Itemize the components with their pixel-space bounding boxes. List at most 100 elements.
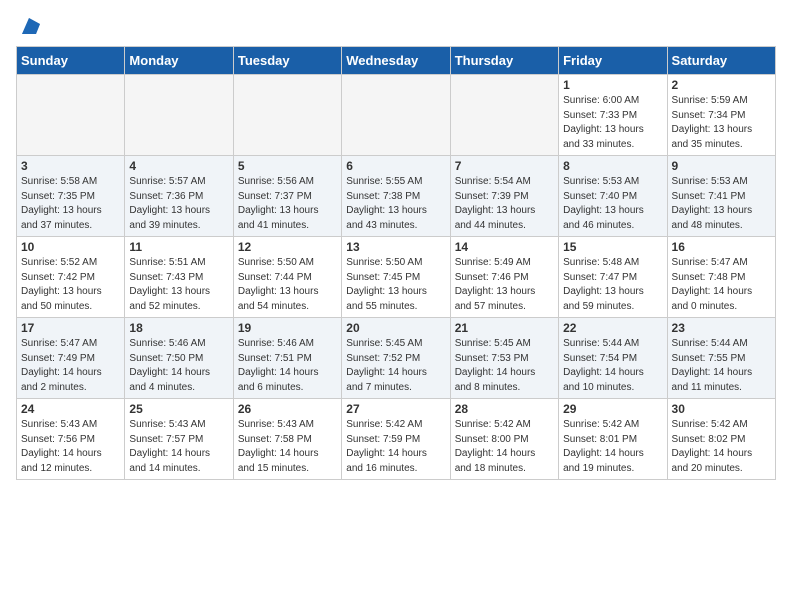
calendar-cell: 16 Sunrise: 5:47 AMSunset: 7:48 PMDayligh… — [667, 237, 775, 318]
day-number: 10 — [21, 240, 120, 254]
day-info: Sunrise: 5:51 AMSunset: 7:43 PMDaylight:… — [129, 256, 228, 314]
day-number: 7 — [455, 159, 554, 173]
day-number: 21 — [455, 321, 554, 335]
day-info: Sunrise: 5:44 AMSunset: 7:55 PMDaylight:… — [672, 337, 771, 395]
calendar-week-row: 10 Sunrise: 5:52 AMSunset: 7:42 PMDayligh… — [17, 237, 776, 318]
day-info: Sunrise: 5:47 AMSunset: 7:49 PMDaylight:… — [21, 337, 120, 395]
day-info: Sunrise: 5:56 AMSunset: 7:37 PMDaylight:… — [238, 175, 337, 233]
day-info: Sunrise: 5:48 AMSunset: 7:47 PMDaylight:… — [563, 256, 662, 314]
calendar-cell: 20 Sunrise: 5:45 AMSunset: 7:52 PMDayligh… — [342, 318, 450, 399]
day-number: 5 — [238, 159, 337, 173]
day-number: 20 — [346, 321, 445, 335]
calendar-cell — [342, 75, 450, 156]
day-number: 16 — [672, 240, 771, 254]
day-info: Sunrise: 5:47 AMSunset: 7:48 PMDaylight:… — [672, 256, 771, 314]
calendar-week-row: 24 Sunrise: 5:43 AMSunset: 7:56 PMDayligh… — [17, 399, 776, 480]
calendar-header-thursday: Thursday — [450, 47, 558, 75]
calendar-cell: 29Sunrise: 5:42 AMSunset: 8:01 PMDayligh… — [559, 399, 667, 480]
day-info: Sunrise: 5:43 AMSunset: 7:58 PMDaylight:… — [238, 418, 337, 476]
day-info: Sunrise: 5:42 AMSunset: 8:01 PMDaylight:… — [563, 418, 662, 476]
calendar-header-saturday: Saturday — [667, 47, 775, 75]
day-number: 11 — [129, 240, 228, 254]
day-info: Sunrise: 5:44 AMSunset: 7:54 PMDaylight:… — [563, 337, 662, 395]
day-number: 6 — [346, 159, 445, 173]
calendar-cell: 30 Sunrise: 5:42 AMSunset: 8:02 PMDayligh… — [667, 399, 775, 480]
calendar-cell: 6 Sunrise: 5:55 AMSunset: 7:38 PMDaylight… — [342, 156, 450, 237]
calendar-cell: 27 Sunrise: 5:42 AMSunset: 7:59 PMDayligh… — [342, 399, 450, 480]
calendar-cell: 17 Sunrise: 5:47 AMSunset: 7:49 PMDayligh… — [17, 318, 125, 399]
calendar-cell: 10 Sunrise: 5:52 AMSunset: 7:42 PMDayligh… — [17, 237, 125, 318]
day-info: Sunrise: 5:53 AMSunset: 7:40 PMDaylight:… — [563, 175, 662, 233]
day-info: Sunrise: 5:46 AMSunset: 7:51 PMDaylight:… — [238, 337, 337, 395]
day-number: 22 — [563, 321, 662, 335]
day-number: 9 — [672, 159, 771, 173]
day-number: 13 — [346, 240, 445, 254]
day-info: Sunrise: 5:58 AMSunset: 7:35 PMDaylight:… — [21, 175, 120, 233]
calendar-cell — [17, 75, 125, 156]
day-number: 25 — [129, 402, 228, 416]
logo-icon — [18, 16, 40, 38]
day-number: 4 — [129, 159, 228, 173]
day-info: Sunrise: 5:43 AMSunset: 7:57 PMDaylight:… — [129, 418, 228, 476]
calendar-cell — [450, 75, 558, 156]
calendar-cell: 26 Sunrise: 5:43 AMSunset: 7:58 PMDayligh… — [233, 399, 341, 480]
day-info: Sunrise: 5:46 AMSunset: 7:50 PMDaylight:… — [129, 337, 228, 395]
calendar-cell: 25 Sunrise: 5:43 AMSunset: 7:57 PMDayligh… — [125, 399, 233, 480]
calendar-cell: 5 Sunrise: 5:56 AMSunset: 7:37 PMDaylight… — [233, 156, 341, 237]
calendar-cell: 23Sunrise: 5:44 AMSunset: 7:55 PMDayligh… — [667, 318, 775, 399]
day-info: Sunrise: 5:55 AMSunset: 7:38 PMDaylight:… — [346, 175, 445, 233]
day-info: Sunrise: 5:53 AMSunset: 7:41 PMDaylight:… — [672, 175, 771, 233]
logo — [16, 16, 40, 38]
day-info: Sunrise: 5:57 AMSunset: 7:36 PMDaylight:… — [129, 175, 228, 233]
calendar-cell: 1 Sunrise: 6:00 AMSunset: 7:33 PMDaylight… — [559, 75, 667, 156]
day-info: Sunrise: 5:45 AMSunset: 7:52 PMDaylight:… — [346, 337, 445, 395]
calendar-week-row: 17 Sunrise: 5:47 AMSunset: 7:49 PMDayligh… — [17, 318, 776, 399]
calendar-week-row: 3Sunrise: 5:58 AMSunset: 7:35 PMDaylight… — [17, 156, 776, 237]
calendar-cell: 14 Sunrise: 5:49 AMSunset: 7:46 PMDayligh… — [450, 237, 558, 318]
calendar-cell: 18 Sunrise: 5:46 AMSunset: 7:50 PMDayligh… — [125, 318, 233, 399]
day-number: 18 — [129, 321, 228, 335]
day-number: 14 — [455, 240, 554, 254]
calendar-cell: 12Sunrise: 5:50 AMSunset: 7:44 PMDayligh… — [233, 237, 341, 318]
calendar-cell: 3Sunrise: 5:58 AMSunset: 7:35 PMDaylight… — [17, 156, 125, 237]
calendar-cell: 4 Sunrise: 5:57 AMSunset: 7:36 PMDaylight… — [125, 156, 233, 237]
day-number: 17 — [21, 321, 120, 335]
day-number: 1 — [563, 78, 662, 92]
header — [16, 16, 776, 38]
calendar-cell: 28 Sunrise: 5:42 AMSunset: 8:00 PMDayligh… — [450, 399, 558, 480]
day-number: 28 — [455, 402, 554, 416]
day-info: Sunrise: 5:54 AMSunset: 7:39 PMDaylight:… — [455, 175, 554, 233]
day-number: 26 — [238, 402, 337, 416]
day-number: 15 — [563, 240, 662, 254]
calendar-header-monday: Monday — [125, 47, 233, 75]
day-info: Sunrise: 5:42 AMSunset: 8:00 PMDaylight:… — [455, 418, 554, 476]
calendar-header-wednesday: Wednesday — [342, 47, 450, 75]
day-number: 24 — [21, 402, 120, 416]
day-number: 2 — [672, 78, 771, 92]
calendar-table: SundayMondayTuesdayWednesdayThursdayFrid… — [16, 46, 776, 480]
day-info: Sunrise: 5:42 AMSunset: 7:59 PMDaylight:… — [346, 418, 445, 476]
day-info: Sunrise: 5:45 AMSunset: 7:53 PMDaylight:… — [455, 337, 554, 395]
day-number: 30 — [672, 402, 771, 416]
calendar-header-sunday: Sunday — [17, 47, 125, 75]
day-info: Sunrise: 5:42 AMSunset: 8:02 PMDaylight:… — [672, 418, 771, 476]
calendar-cell: 24 Sunrise: 5:43 AMSunset: 7:56 PMDayligh… — [17, 399, 125, 480]
calendar-week-row: 1 Sunrise: 6:00 AMSunset: 7:33 PMDaylight… — [17, 75, 776, 156]
calendar-cell: 9 Sunrise: 5:53 AMSunset: 7:41 PMDaylight… — [667, 156, 775, 237]
calendar-cell: 11 Sunrise: 5:51 AMSunset: 7:43 PMDayligh… — [125, 237, 233, 318]
calendar-cell: 15 Sunrise: 5:48 AMSunset: 7:47 PMDayligh… — [559, 237, 667, 318]
day-info: Sunrise: 5:49 AMSunset: 7:46 PMDaylight:… — [455, 256, 554, 314]
day-info: Sunrise: 5:52 AMSunset: 7:42 PMDaylight:… — [21, 256, 120, 314]
day-info: Sunrise: 5:43 AMSunset: 7:56 PMDaylight:… — [21, 418, 120, 476]
calendar-cell: 8 Sunrise: 5:53 AMSunset: 7:40 PMDaylight… — [559, 156, 667, 237]
day-number: 8 — [563, 159, 662, 173]
calendar-header-tuesday: Tuesday — [233, 47, 341, 75]
calendar-cell — [125, 75, 233, 156]
calendar-cell: 7 Sunrise: 5:54 AMSunset: 7:39 PMDaylight… — [450, 156, 558, 237]
calendar-cell: 21 Sunrise: 5:45 AMSunset: 7:53 PMDayligh… — [450, 318, 558, 399]
day-info: Sunrise: 6:00 AMSunset: 7:33 PMDaylight:… — [563, 94, 662, 152]
day-number: 19 — [238, 321, 337, 335]
day-number: 27 — [346, 402, 445, 416]
calendar-cell: 19 Sunrise: 5:46 AMSunset: 7:51 PMDayligh… — [233, 318, 341, 399]
day-info: Sunrise: 5:50 AMSunset: 7:45 PMDaylight:… — [346, 256, 445, 314]
